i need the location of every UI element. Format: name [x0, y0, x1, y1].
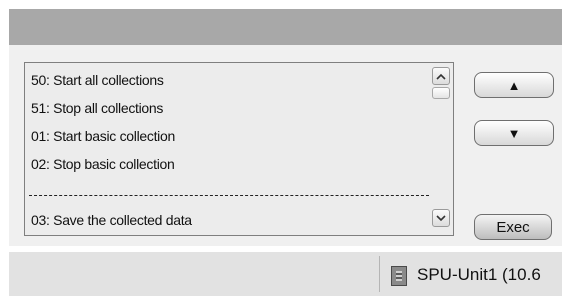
status-bar: SPU-Unit1 (10.6	[9, 252, 562, 296]
command-listbox[interactable]: 50: Start all collections 51: Stop all c…	[24, 62, 454, 236]
move-down-button[interactable]: ▼	[474, 120, 554, 146]
list-item[interactable]: 50: Start all collections	[31, 69, 164, 91]
scroll-down-icon[interactable]	[432, 209, 450, 227]
list-item[interactable]: 02: Stop basic collection	[31, 153, 175, 175]
unit-status-label: SPU-Unit1 (10.6	[417, 265, 541, 284]
scroll-up-icon[interactable]	[432, 67, 450, 85]
status-divider	[379, 256, 380, 292]
move-up-button[interactable]: ▲	[474, 72, 554, 98]
scroll-thumb[interactable]	[432, 87, 450, 99]
list-scrollbar[interactable]	[430, 63, 453, 235]
title-bar	[9, 9, 562, 45]
server-unit-icon	[391, 266, 407, 286]
exec-button[interactable]: Exec	[474, 214, 552, 240]
list-separator	[29, 195, 429, 196]
list-item[interactable]: 03: Save the collected data	[31, 209, 192, 231]
list-item[interactable]: 01: Start basic collection	[31, 125, 175, 147]
list-item[interactable]: 51: Stop all collections	[31, 97, 163, 119]
